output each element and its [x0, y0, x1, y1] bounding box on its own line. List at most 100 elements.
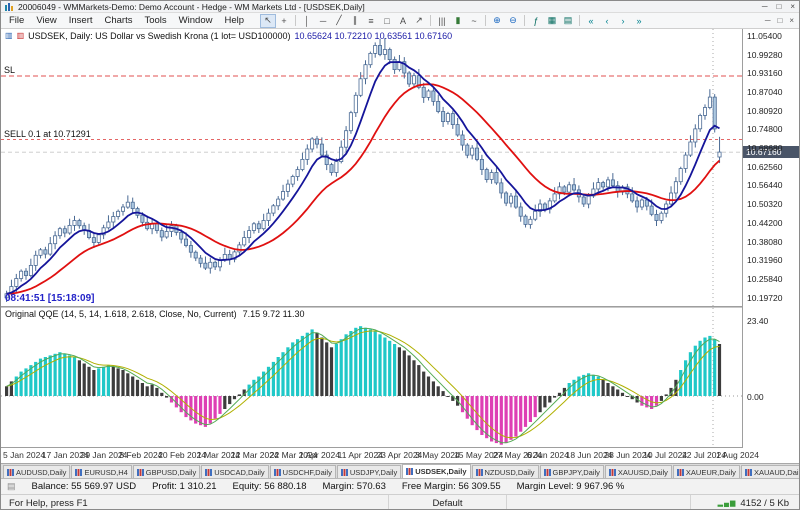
tab-usdsek-daily[interactable]: USDSEK,Daily	[402, 464, 471, 478]
trendline-tool-icon[interactable]: ╱	[331, 14, 347, 28]
menu-tools[interactable]: Tools	[138, 15, 172, 26]
tab-label: EURUSD,H4	[84, 467, 128, 477]
maximize-button[interactable]: □	[776, 2, 781, 11]
price-chart-canvas[interactable]	[1, 29, 742, 306]
chart-tab-icon	[608, 468, 616, 476]
zoom-out-icon[interactable]: ⊖	[505, 14, 521, 28]
price-chart[interactable]: ▥ ▥ USDSEK, Daily: US Dollar vs Swedish …	[1, 29, 742, 306]
zoom-in-icon[interactable]: ⊕	[489, 14, 505, 28]
tab-audusd-daily[interactable]: AUDUSD,Daily	[3, 465, 71, 478]
tab-usdjpy-daily[interactable]: USDJPY,Daily	[336, 465, 402, 478]
candle-chart-icon[interactable]: ▮	[450, 14, 466, 28]
cursor-tool-icon[interactable]: ↖	[260, 13, 277, 28]
status-margin-level: Margin Level: 9 967.96 %	[516, 481, 625, 492]
connection-status[interactable]: ▂▄▆ 4152 / 5 Kb	[691, 495, 799, 509]
vertical-line-tool-icon[interactable]: │	[299, 14, 315, 28]
stop-loss-label[interactable]: SL	[4, 65, 15, 75]
menu-insert[interactable]: Insert	[63, 15, 99, 26]
toolbar: ↖ + │ ─ ╱ ∥ ≡ □ A ↗ ||| ▮ ~ ⊕ ⊖ ƒ ▦ ▤ «‹ ›»	[260, 13, 647, 28]
step-to-start-icon[interactable]: «	[583, 14, 599, 28]
crosshair-tool-icon[interactable]: +	[276, 14, 292, 28]
templates-icon[interactable]: ▤	[560, 14, 576, 28]
status-margin: Margin: 570.63	[322, 481, 386, 492]
symbol-description: USDSEK, Daily: US Dollar vs Swedish Kron…	[28, 31, 291, 41]
time-axis[interactable]: 5 Jan 2024 17 Jan 2024 29 Jan 2024 8 Feb 20…	[1, 448, 799, 463]
tab-label: USDCHF,Daily	[282, 467, 332, 477]
price-axis-label: 10.56440	[747, 180, 783, 191]
tab-gbpusd-daily[interactable]: GBPUSD,Daily	[132, 465, 201, 478]
time-axis-label: 5 Jan 2024	[3, 450, 46, 460]
indicator-header: Original QQE (14, 5, 14, 1.618, 2.618, C…	[5, 309, 305, 319]
tab-usdcad-daily[interactable]: USDCAD,Daily	[201, 465, 269, 478]
price-axis-label: 10.25840	[747, 273, 783, 284]
chart-close-button[interactable]: ×	[789, 16, 794, 25]
menu-view[interactable]: View	[30, 15, 62, 26]
time-axis-label: 1 Apr 2024	[298, 450, 340, 460]
fibonacci-tool-icon[interactable]: ≡	[363, 14, 379, 28]
step-back-icon[interactable]: ‹	[599, 14, 615, 28]
symbol-header: ▥ ▥ USDSEK, Daily: US Dollar vs Swedish …	[5, 31, 452, 41]
indicator-values: 7.15 9.72 11.30	[242, 309, 305, 319]
tab-label: AUDUSD,Daily	[16, 467, 67, 477]
footer-spacer	[507, 495, 691, 509]
chart-tab-icon	[205, 468, 213, 476]
tab-gbpjpy-daily[interactable]: GBPJPY,Daily	[539, 465, 604, 478]
chart-restore-button[interactable]: □	[777, 16, 782, 25]
chart-tab-icon	[744, 468, 752, 476]
sell-position-label[interactable]: SELL 0.1 at 10.71291	[4, 129, 91, 139]
price-axis-label: 10.99280	[747, 49, 783, 60]
tab-nzdusd-daily[interactable]: NZDUSD,Daily	[471, 465, 539, 478]
close-button[interactable]: ×	[790, 2, 795, 11]
price-axis[interactable]: 10.67160 11.05400 10.99280 10.93160 10.8704…	[742, 29, 799, 448]
tab-xauaud-daily[interactable]: XAUAUD,Daily	[740, 465, 799, 478]
status-balance: Balance: 55 569.97 USD	[31, 481, 137, 492]
menu-window[interactable]: Window	[173, 15, 219, 26]
chart-tab-icon	[475, 468, 483, 476]
tab-label: GBPJPY,Daily	[552, 467, 600, 477]
shapes-tool-icon[interactable]: □	[379, 14, 395, 28]
window-title: 20006049 - WMMarkets-Demo: Demo Account …	[18, 1, 365, 12]
qqe-indicator-canvas[interactable]	[1, 308, 742, 448]
footer-status-bar: For Help, press F1 Default ▂▄▆ 4152 / 5 …	[1, 494, 799, 509]
tab-xauusd-daily[interactable]: XAUUSD,Daily	[604, 465, 672, 478]
tab-label: XAUAUD,Daily	[753, 467, 799, 477]
time-axis-label: 6 Jun 2024	[526, 450, 569, 460]
qqe-indicator-panel[interactable]: Original QQE (14, 5, 14, 1.618, 2.618, C…	[1, 308, 742, 448]
chart-tab-icon	[406, 468, 414, 475]
step-forward-icon[interactable]: ›	[615, 14, 631, 28]
server-clock: 08:41:51 [15:18:09]	[5, 293, 95, 304]
indicators-icon[interactable]: ƒ	[528, 14, 544, 28]
tab-xaueur-daily[interactable]: XAUEUR,Daily	[672, 465, 740, 478]
chart-tab-icon	[136, 468, 144, 476]
bar-chart-icon[interactable]: |||	[434, 14, 450, 28]
indicator-axis-label: 23.40	[747, 315, 769, 326]
menu-charts[interactable]: Charts	[99, 15, 139, 26]
menu-file[interactable]: File	[3, 15, 30, 26]
step-to-end-icon[interactable]: »	[631, 14, 647, 28]
tab-label: XAUEUR,Daily	[685, 467, 736, 477]
mt5-logo-icon	[5, 2, 14, 11]
timeframes-icon[interactable]: ▦	[544, 14, 560, 28]
price-axis-label: 10.74800	[747, 124, 783, 135]
connection-bars-icon: ▂▄▆	[717, 500, 737, 507]
menu-toolbar-row: File View Insert Charts Tools Window Help ↖ + │ ─…	[1, 13, 799, 29]
horizontal-line-tool-icon[interactable]: ─	[315, 14, 331, 28]
chart-minimize-button[interactable]: ─	[765, 16, 771, 25]
status-free-margin: Free Margin: 56 309.55	[401, 481, 501, 492]
text-tool-icon[interactable]: A	[395, 14, 411, 28]
tab-label: NZDUSD,Daily	[484, 467, 535, 477]
profile-name[interactable]: Default	[389, 495, 507, 509]
menu-help[interactable]: Help	[218, 15, 250, 26]
price-axis-label: 10.50320	[747, 199, 783, 210]
status-profit: Profit: 1 310.21	[152, 481, 217, 492]
tab-label: USDSEK,Daily	[415, 467, 467, 476]
arrow-tool-icon[interactable]: ↗	[411, 14, 427, 28]
chart-region: ▥ ▥ USDSEK, Daily: US Dollar vs Swedish …	[1, 29, 799, 463]
price-axis-label: 10.80920	[747, 105, 783, 116]
equidistant-channel-tool-icon[interactable]: ∥	[347, 14, 363, 28]
tab-usdchf-daily[interactable]: USDCHF,Daily	[269, 465, 336, 478]
indicator-axis-label: 0.00	[747, 391, 764, 402]
line-chart-icon[interactable]: ~	[466, 14, 482, 28]
minimize-button[interactable]: ─	[762, 2, 768, 11]
tab-eurusd-h4[interactable]: EURUSD,H4	[71, 465, 132, 478]
